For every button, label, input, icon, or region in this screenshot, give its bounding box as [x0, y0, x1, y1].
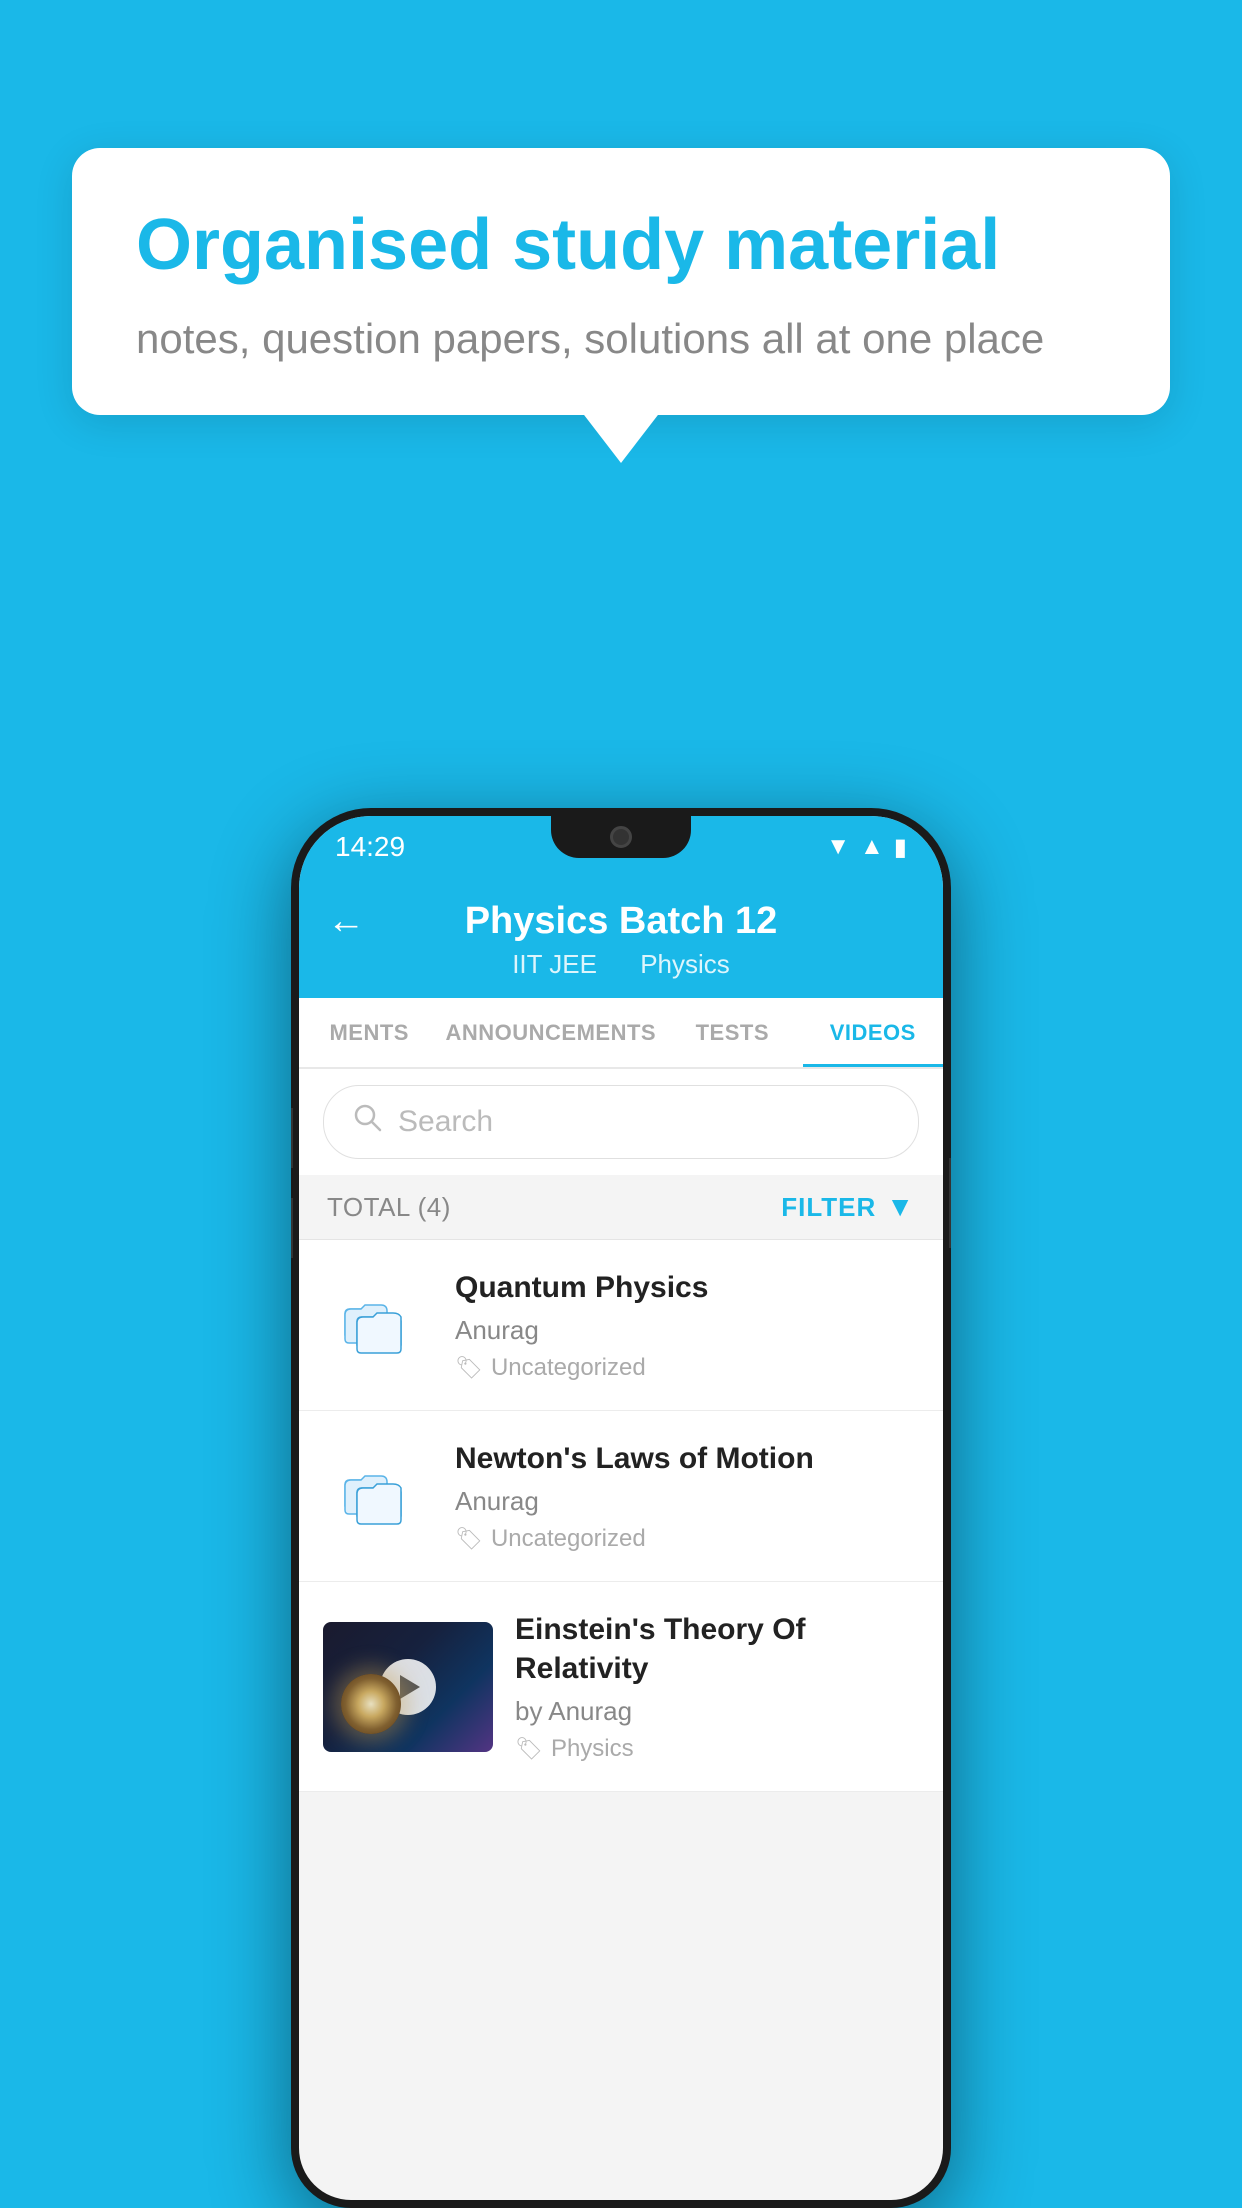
- tab-announcements[interactable]: ANNOUNCEMENTS: [439, 998, 662, 1067]
- tag-icon: 🏷: [455, 1355, 483, 1381]
- video-info: Einstein's Theory Of Relativity by Anura…: [515, 1610, 919, 1763]
- phone-frame: 14:29 ▼ ▲ ▮ ← Physics Batch 12 IIT JEE P…: [291, 808, 951, 2208]
- filter-label: FILTER: [781, 1192, 876, 1223]
- wifi-icon: ▼: [826, 833, 850, 861]
- folder-icon: [343, 1466, 413, 1526]
- video-info: Newton's Laws of Motion Anurag 🏷 Uncateg…: [455, 1439, 919, 1553]
- filter-bar: TOTAL (4) FILTER ▼: [299, 1175, 943, 1240]
- tag-label: Physics: [551, 1735, 634, 1763]
- tab-tests[interactable]: TESTS: [662, 998, 802, 1067]
- search-icon: [352, 1102, 384, 1142]
- total-count: TOTAL (4): [327, 1192, 451, 1223]
- video-author: Anurag: [455, 1486, 919, 1517]
- phone-screen: 14:29 ▼ ▲ ▮ ← Physics Batch 12 IIT JEE P…: [299, 816, 943, 2200]
- folder-icon-container: [323, 1295, 433, 1355]
- video-tag: 🏷 Uncategorized: [455, 1354, 919, 1382]
- subtitle-separator: [615, 949, 622, 980]
- folder-icon: [343, 1295, 413, 1355]
- filter-button[interactable]: FILTER ▼: [781, 1191, 915, 1223]
- app-header: ← Physics Batch 12 IIT JEE Physics: [299, 878, 943, 998]
- header-subtitle: IIT JEE Physics: [512, 949, 730, 980]
- video-title: Quantum Physics: [455, 1268, 919, 1307]
- video-tag: 🏷 Uncategorized: [455, 1525, 919, 1553]
- tab-bar: MENTS ANNOUNCEMENTS TESTS VIDEOS: [299, 998, 943, 1069]
- tag-label: Uncategorized: [491, 1525, 646, 1553]
- filter-icon: ▼: [886, 1191, 915, 1223]
- signal-icon: ▲: [860, 833, 884, 861]
- video-info: Quantum Physics Anurag 🏷 Uncategorized: [455, 1268, 919, 1382]
- back-button[interactable]: ←: [327, 900, 365, 943]
- speech-bubble: Organised study material notes, question…: [72, 148, 1170, 415]
- list-item[interactable]: Quantum Physics Anurag 🏷 Uncategorized: [299, 1240, 943, 1411]
- speech-bubble-subtitle: notes, question papers, solutions all at…: [136, 315, 1106, 363]
- video-list: Quantum Physics Anurag 🏷 Uncategorized: [299, 1240, 943, 1792]
- tag-icon: 🏷: [515, 1736, 543, 1762]
- subtitle-physics: Physics: [640, 949, 730, 980]
- screen-content: ← Physics Batch 12 IIT JEE Physics MENTS…: [299, 878, 943, 2200]
- play-icon: [400, 1675, 420, 1699]
- search-container: Search: [299, 1069, 943, 1175]
- volume-down-button: [291, 1198, 293, 1258]
- video-author: by Anurag: [515, 1696, 919, 1727]
- tab-ments[interactable]: MENTS: [299, 998, 439, 1067]
- front-camera: [610, 826, 632, 848]
- volume-up-button: [291, 1108, 293, 1168]
- search-placeholder: Search: [398, 1105, 493, 1139]
- page-title: Physics Batch 12: [465, 900, 778, 943]
- subtitle-iitjee: IIT JEE: [512, 949, 597, 980]
- battery-icon: ▮: [894, 833, 907, 862]
- tag-label: Uncategorized: [491, 1354, 646, 1382]
- speech-bubble-title: Organised study material: [136, 204, 1106, 287]
- list-item[interactable]: Newton's Laws of Motion Anurag 🏷 Uncateg…: [299, 1411, 943, 1582]
- search-bar[interactable]: Search: [323, 1085, 919, 1159]
- status-icons: ▼ ▲ ▮: [826, 833, 907, 862]
- video-title: Einstein's Theory Of Relativity: [515, 1610, 919, 1688]
- video-title: Newton's Laws of Motion: [455, 1439, 919, 1478]
- tab-videos[interactable]: VIDEOS: [803, 998, 943, 1067]
- tag-icon: 🏷: [455, 1526, 483, 1552]
- folder-icon-container: [323, 1466, 433, 1526]
- video-author: Anurag: [455, 1315, 919, 1346]
- video-thumbnail: [323, 1622, 493, 1752]
- status-time: 14:29: [335, 831, 405, 863]
- orb-decoration: [341, 1674, 401, 1734]
- video-tag: 🏷 Physics: [515, 1735, 919, 1763]
- phone-notch: [551, 816, 691, 858]
- list-item[interactable]: Einstein's Theory Of Relativity by Anura…: [299, 1582, 943, 1792]
- power-button: [949, 1158, 951, 1248]
